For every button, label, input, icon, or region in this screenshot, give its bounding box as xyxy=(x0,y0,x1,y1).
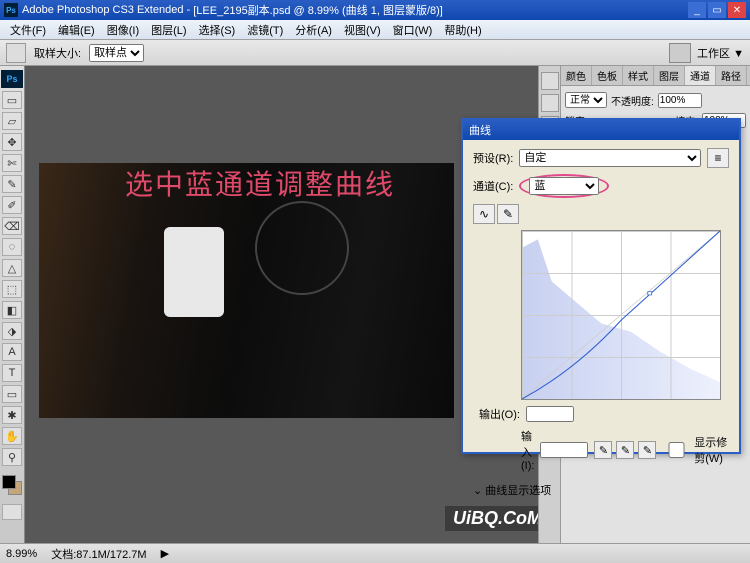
tab-swatches[interactable]: 色板 xyxy=(592,66,623,85)
dodge-tool[interactable]: A xyxy=(2,343,22,361)
menu-bar: 文件(F) 编辑(E) 图像(I) 图层(L) 选择(S) 滤镜(T) 分析(A… xyxy=(0,20,750,40)
show-clipping-checkbox[interactable] xyxy=(662,442,691,458)
channel-select[interactable]: 蓝 xyxy=(529,177,599,195)
panel-tabs: 颜色 色板 样式 图层 通道 路径 xyxy=(561,66,750,86)
sample-size-select[interactable]: 取样点 xyxy=(89,44,144,62)
window-minimize-button[interactable]: _ xyxy=(688,2,706,18)
menu-file[interactable]: 文件(F) xyxy=(4,20,52,40)
tab-color[interactable]: 颜色 xyxy=(561,66,592,85)
doc-title: [LEE_2195副本.psd @ 8.99% (曲线 1, 图层蒙版/8)] xyxy=(193,2,443,18)
blur-tool[interactable]: ⬗ xyxy=(2,322,22,340)
tab-channels[interactable]: 通道 xyxy=(685,66,716,85)
app-icon: Ps xyxy=(4,3,18,17)
chevron-down-icon: ⌄ xyxy=(473,485,482,497)
menu-analysis[interactable]: 分析(A) xyxy=(289,20,338,40)
stamp-tool[interactable]: ◌ xyxy=(2,238,22,256)
eraser-tool[interactable]: ⬚ xyxy=(2,280,22,298)
white-point-eyedropper[interactable]: ✎ xyxy=(638,441,656,459)
curve-mode-button[interactable]: ∿ xyxy=(473,204,495,224)
preset-menu-icon[interactable]: ≡ xyxy=(707,148,729,168)
preset-label: 预设(R): xyxy=(473,150,513,166)
curve-line xyxy=(522,231,720,399)
gradient-tool[interactable]: ◧ xyxy=(2,301,22,319)
history-brush-tool[interactable]: △ xyxy=(2,259,22,277)
options-bar: 取样大小: 取样点 工作区 ▼ xyxy=(0,40,750,66)
ps-logo-icon: Ps xyxy=(1,70,23,88)
healing-tool[interactable]: ✐ xyxy=(2,196,22,214)
zoom-tool[interactable]: ⚲ xyxy=(2,448,22,466)
tab-layers[interactable]: 图层 xyxy=(654,66,685,85)
preset-select[interactable]: 自定 xyxy=(519,149,701,167)
menu-select[interactable]: 选择(S) xyxy=(193,20,242,40)
opacity-label: 不透明度: xyxy=(611,93,654,108)
window-maximize-button[interactable]: ▭ xyxy=(708,2,726,18)
tab-paths[interactable]: 路径 xyxy=(716,66,747,85)
lasso-tool[interactable]: ✥ xyxy=(2,133,22,151)
histogram-panel-icon[interactable] xyxy=(541,94,559,112)
show-clipping-label: 显示修剪(W) xyxy=(694,434,731,466)
menu-layer[interactable]: 图层(L) xyxy=(145,20,192,40)
output-label: 输出(O): xyxy=(479,406,520,422)
curves-dialog-title[interactable]: 曲线 xyxy=(463,120,739,140)
pencil-mode-button[interactable]: ✎ xyxy=(497,204,519,224)
color-swatch[interactable] xyxy=(2,475,22,495)
brush-tool[interactable]: ⌫ xyxy=(2,217,22,235)
status-arrow-icon[interactable]: ▶ xyxy=(161,547,169,560)
quickmask-toggle[interactable] xyxy=(2,504,22,520)
type-tool[interactable]: T xyxy=(2,364,22,382)
output-input[interactable] xyxy=(526,406,574,422)
hand-tool[interactable]: ✋ xyxy=(2,427,22,445)
tool-palette: Ps ▭ ▱ ✥ ✄ ✎ ✐ ⌫ ◌ △ ⬚ ◧ ⬗ A T ▭ ✱ ✋ ⚲ xyxy=(0,66,25,543)
zoom-level[interactable]: 8.99% xyxy=(6,548,37,560)
status-bar: 8.99% 文档:87.1M/172.7M ▶ xyxy=(0,543,750,563)
menu-window[interactable]: 窗口(W) xyxy=(387,20,439,40)
document-info[interactable]: 文档:87.1M/172.7M xyxy=(51,546,146,562)
tab-styles[interactable]: 样式 xyxy=(623,66,654,85)
eyedropper-tool[interactable]: ✎ xyxy=(2,175,22,193)
menu-image[interactable]: 图像(I) xyxy=(101,20,145,40)
curve-display-options-toggle[interactable]: ⌄ 曲线显示选项 xyxy=(473,482,729,498)
gray-point-eyedropper[interactable]: ✎ xyxy=(616,441,634,459)
black-point-eyedropper[interactable]: ✎ xyxy=(594,441,612,459)
menu-view[interactable]: 视图(V) xyxy=(338,20,387,40)
window-titlebar: Ps Adobe Photoshop CS3 Extended - [LEE_2… xyxy=(0,0,750,20)
shape-tool[interactable]: ✱ xyxy=(2,406,22,424)
app-title: Adobe Photoshop CS3 Extended xyxy=(22,4,183,16)
menu-filter[interactable]: 滤镜(T) xyxy=(241,20,289,40)
crop-tool[interactable]: ✄ xyxy=(2,154,22,172)
workspace-menu[interactable]: 工作区 ▼ xyxy=(697,45,744,61)
active-tool-icon[interactable] xyxy=(6,43,26,63)
channel-label: 通道(C): xyxy=(473,178,513,194)
input-input[interactable] xyxy=(540,442,588,458)
sample-size-label: 取样大小: xyxy=(34,45,81,61)
opacity-input[interactable] xyxy=(658,93,702,108)
curves-dialog[interactable]: 曲线 预设(R): 自定 ≡ 通道(C): 蓝 ∿ ✎ xyxy=(461,118,741,454)
pen-tool[interactable]: ▭ xyxy=(2,385,22,403)
window-close-button[interactable]: ✕ xyxy=(728,2,746,18)
navigator-panel-icon[interactable] xyxy=(541,72,559,90)
move-tool[interactable]: ▭ xyxy=(2,91,22,109)
watermark: UiBQ.CoM xyxy=(445,506,550,531)
menu-edit[interactable]: 编辑(E) xyxy=(52,20,101,40)
menu-help[interactable]: 帮助(H) xyxy=(438,20,487,40)
tutorial-annotation: 选中蓝通道调整曲线 xyxy=(125,163,395,203)
foreground-color[interactable] xyxy=(2,475,16,489)
blend-mode-select[interactable]: 正常 xyxy=(565,92,607,108)
marquee-tool[interactable]: ▱ xyxy=(2,112,22,130)
goto-bridge-button[interactable] xyxy=(669,43,691,63)
curve-graph[interactable] xyxy=(521,230,721,400)
input-label: 输入(I): xyxy=(521,428,534,472)
